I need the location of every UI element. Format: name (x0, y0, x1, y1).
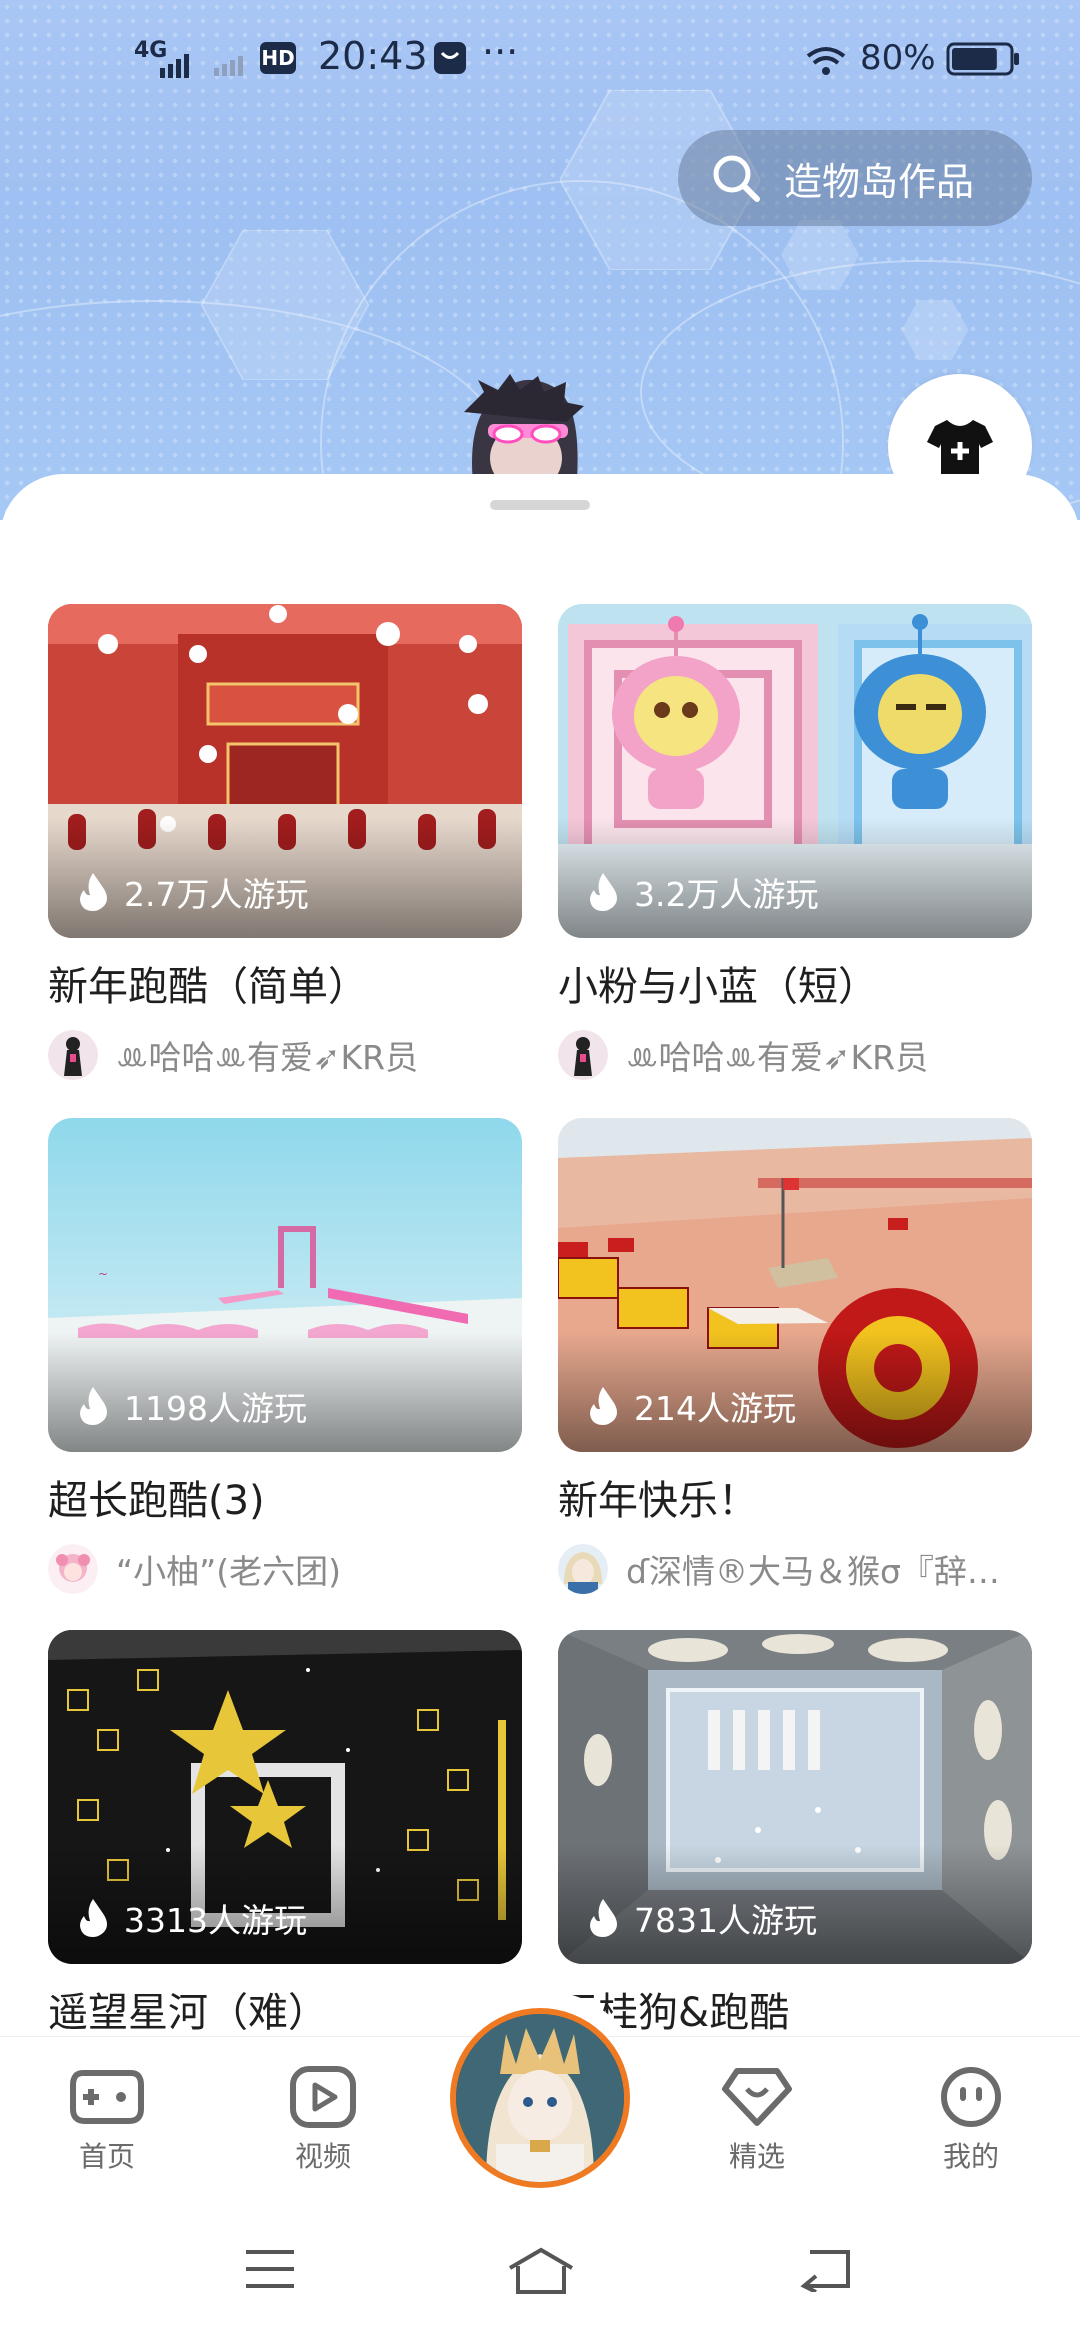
work-thumbnail[interactable]: ~ 1198人游玩 (48, 1118, 522, 1452)
status-bar: 4G HD 20:43 ··· 80% (0, 0, 1080, 120)
author-row[interactable]: “小柚”(老六团) (48, 1544, 522, 1594)
nav-label-mine: 我的 (942, 2140, 999, 2173)
author-avatar (558, 1030, 608, 1080)
work-card[interactable]: 3.2万人游玩 小粉与小蓝（短） ꔛ哈哈ꔛ有爱➶KR员 (558, 604, 1032, 1080)
play-count: 3.2万人游玩 (588, 868, 818, 916)
work-card[interactable]: 214人游玩 新年快乐！ ɗ深情®大马＆猴σ『辞… (558, 1118, 1032, 1594)
work-title[interactable]: 王桂狗&跑酷 (558, 1986, 1032, 2040)
notification-icon (434, 42, 466, 74)
works-sheet[interactable]: 2.7万人游玩 新年跑酷（简单） ꔛ哈哈ꔛ有爱➶KR员 3.2万人游玩 小粉与小… (0, 474, 1080, 2044)
nav-label-featured: 精选 (728, 2140, 785, 2173)
search-works-button[interactable]: 造物岛作品 (678, 130, 1032, 226)
fire-icon (80, 1387, 107, 1425)
work-card[interactable]: 2.7万人游玩 新年跑酷（简单） ꔛ哈哈ꔛ有爱➶KR员 (48, 604, 522, 1080)
character-portrait (456, 2014, 624, 2182)
fire-icon (590, 1899, 617, 1937)
fire-icon (590, 1387, 617, 1425)
battery-percent: 80% (860, 38, 936, 78)
play-count: 1198人游玩 (78, 1382, 307, 1430)
play-count-label: 214人游玩 (634, 1389, 796, 1428)
work-title[interactable]: 新年快乐！ (558, 1474, 1032, 1528)
play-count-label: 3.2万人游玩 (634, 875, 819, 914)
author-avatar (48, 1544, 98, 1594)
author-name: ꔛ哈哈ꔛ有爱➶KR员 (116, 1038, 419, 1077)
play-count: 3313人游玩 (78, 1894, 307, 1942)
home-icon[interactable] (506, 2246, 576, 2296)
nav-label-video: 视频 (294, 2140, 351, 2173)
video-play-icon (290, 2066, 356, 2128)
author-avatar (48, 1030, 98, 1080)
nav-label-home: 首页 (78, 2140, 135, 2173)
more-indicator: ··· (482, 30, 519, 74)
play-count-label: 3313人游玩 (124, 1901, 307, 1940)
play-count-label: 7831人游玩 (634, 1901, 817, 1940)
work-title[interactable]: 超长跑酷(3) (48, 1474, 522, 1528)
search-icon (713, 155, 760, 202)
clock: 20:43 (318, 34, 428, 78)
heart-gem-icon (722, 2068, 792, 2126)
drag-handle[interactable] (490, 500, 590, 510)
work-thumbnail[interactable]: 7831人游玩 (558, 1630, 1032, 1964)
work-card[interactable]: ~ 1198人游玩 超长跑酷(3) “小柚”(老六团) (48, 1118, 522, 1594)
signal-weak-icon (214, 56, 243, 76)
play-count-label: 1198人游玩 (124, 1389, 307, 1428)
profile-banner: 4G HD 20:43 ··· 80% 造物岛作品 (0, 0, 1080, 520)
work-card[interactable]: 3313人游玩 遥望星河（难） (48, 1630, 522, 2040)
tshirt-plus-icon (927, 420, 993, 474)
author-row[interactable]: ꔛ哈哈ꔛ有爱➶KR员 (48, 1030, 522, 1080)
author-name: “小柚”(老六团) (116, 1552, 341, 1591)
play-count: 7831人游玩 (588, 1894, 817, 1942)
work-title[interactable]: 新年跑酷（简单） (48, 960, 522, 1014)
signal-icon (160, 54, 189, 78)
work-title[interactable]: 小粉与小蓝（短） (558, 960, 1032, 1014)
nav-item-video[interactable]: 视频 (258, 2065, 388, 2175)
work-title[interactable]: 遥望星河（难） (48, 1986, 522, 2040)
wifi-icon (806, 47, 846, 75)
gamepad-icon (70, 2070, 144, 2124)
nav-item-home[interactable]: 首页 (42, 2065, 172, 2175)
search-label: 造物岛作品 (784, 159, 975, 204)
author-name: ɗ深情®大马＆猴σ『辞… (626, 1552, 1000, 1591)
author-avatar (558, 1544, 608, 1594)
battery-icon (946, 42, 1019, 76)
work-thumbnail[interactable]: 214人游玩 (558, 1118, 1032, 1452)
scene-sign: ~ (98, 1267, 108, 1281)
author-row[interactable]: ꔛ哈哈ꔛ有爱➶KR员 (558, 1030, 1032, 1080)
fire-icon (590, 873, 617, 911)
nav-item-featured[interactable]: 精选 (692, 2065, 822, 2175)
smiley-face-icon (941, 2067, 1001, 2127)
center-play-avatar[interactable] (450, 2008, 630, 2188)
author-row[interactable]: ɗ深情®大马＆猴σ『辞… (558, 1544, 1032, 1594)
menu-icon[interactable] (244, 2246, 296, 2292)
system-nav-bar (0, 2206, 1080, 2340)
fire-icon (80, 873, 107, 911)
play-count: 214人游玩 (588, 1382, 796, 1430)
play-count: 2.7万人游玩 (78, 868, 308, 916)
nav-item-mine[interactable]: 我的 (906, 2065, 1036, 2175)
play-count-label: 2.7万人游玩 (124, 875, 309, 914)
hd-badge: HD (260, 42, 296, 74)
work-thumbnail[interactable]: 3.2万人游玩 (558, 604, 1032, 938)
back-icon[interactable] (796, 2246, 852, 2292)
work-card[interactable]: 7831人游玩 王桂狗&跑酷 (558, 1630, 1032, 2040)
work-thumbnail[interactable]: 3313人游玩 (48, 1630, 522, 1964)
fire-icon (80, 1899, 107, 1937)
work-thumbnail[interactable]: 2.7万人游玩 (48, 604, 522, 938)
author-name: ꔛ哈哈ꔛ有爱➶KR员 (626, 1038, 929, 1077)
